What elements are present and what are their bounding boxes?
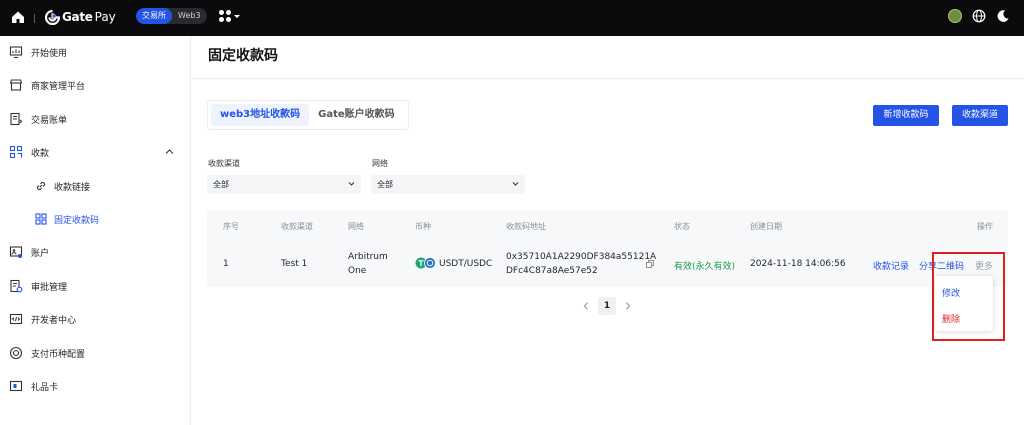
globe-icon[interactable] [972,9,986,23]
table-header: 序号 收款渠道 网络 币种 收款码地址 状态 创建日期 操作 [207,211,1008,240]
top-bar: Gate Pay 交易所 Web3 [0,0,1024,36]
sidebar-item-merchant[interactable]: 商家管理平台 [0,73,190,97]
chevron-up-icon[interactable] [165,148,174,155]
th-index: 序号 [223,222,239,231]
row-address-line2: DFc4C87a8Ae57e52 [506,266,598,276]
logo-gate-text: Gate [62,10,93,24]
sidebar-item-label: 交易账单 [31,116,68,126]
sidebar-item-label: 支付币种配置 [31,350,86,360]
sidebar-item-approval[interactable]: 审批管理 [0,274,190,298]
network-select[interactable]: 全部 [371,175,525,194]
sidebar-item-label: 账户 [31,249,50,259]
table-row: 1 Test 1 Arbitrum One USDT/USDC 0x35710A… [207,240,1008,287]
tab-web3-address[interactable]: web3地址收款码 [211,104,310,126]
sidebar-item-payment-link[interactable]: 收款链接 [0,174,190,198]
sidebar-item-developer[interactable]: 开发者中心 [0,307,190,331]
home-icon[interactable] [11,10,25,24]
topbar-divider [34,14,35,23]
copy-icon[interactable] [646,260,654,268]
network-filter-label: 网络 [372,159,388,168]
next-page-icon[interactable] [624,301,632,311]
channel-select[interactable]: 全部 [207,175,361,194]
bill-icon [10,112,23,126]
sidebar-item-bills[interactable]: 交易账单 [0,107,190,131]
th-coin: 币种 [415,222,431,231]
row-status: 有效(永久有效) [674,262,736,272]
row-network-line2: One [348,266,367,276]
gift-card-icon [9,380,23,392]
row-coin: USDT/USDC [439,259,493,269]
th-actions: 操作 [977,222,993,231]
gate-pay-logo[interactable]: Gate Pay [45,9,116,25]
sidebar-item-label: 礼品卡 [31,383,59,393]
sidebar-item-label: 商家管理平台 [31,82,86,92]
channel-button[interactable]: 收款渠道 [952,105,1008,126]
row-channel: Test 1 [281,259,308,269]
annotation-highlight-box [932,252,1005,341]
page-number-current[interactable]: 1 [598,297,616,315]
row-network-line1: Arbitrum [348,252,388,262]
network-select-value: 全部 [377,180,393,189]
th-channel: 收款渠道 [281,222,313,231]
header-divider [191,78,1024,79]
code-icon [9,313,23,325]
sidebar-item-collection[interactable]: 收款 [0,140,190,164]
gate-logo-icon [45,9,60,25]
sidebar: 开始使用 商家管理平台 交易账单 收款 收款链接 固定收款码 账户 审批管理 开… [0,36,191,425]
prev-page-icon[interactable] [582,301,590,311]
page-title: 固定收款码 [208,48,278,64]
th-created: 创建日期 [750,222,782,231]
sidebar-item-label: 收款 [31,149,50,159]
row-address-line1: 0x35710A1A2290DF384a55121A [506,252,657,262]
sidebar-item-fixed-qr[interactable]: 固定收款码 [0,207,190,231]
sidebar-item-label: 开发者中心 [31,316,77,326]
chevron-down-icon [348,182,355,186]
switch-web3[interactable]: Web3 [172,8,207,24]
th-address: 收款码地址 [506,222,546,231]
exchange-web3-switch[interactable]: 交易所 Web3 [136,8,207,24]
approval-icon [10,279,23,293]
sidebar-item-label: 审批管理 [31,283,68,293]
row-index: 1 [223,259,229,269]
sidebar-item-label: 收款链接 [54,183,91,193]
account-icon [9,246,23,258]
channel-filter-label: 收款渠道 [208,159,240,168]
sidebar-item-coin-config[interactable]: 支付币种配置 [0,341,190,365]
sidebar-item-account[interactable]: 账户 [0,240,190,264]
coin-config-icon [9,346,23,360]
logo-pay-text: Pay [94,10,116,24]
sidebar-item-gift-card[interactable]: 礼品卡 [0,374,190,398]
sidebar-item-label: 固定收款码 [54,216,100,226]
store-icon [9,79,23,91]
th-network: 网络 [348,222,364,231]
topbar-right [948,9,1010,23]
add-qr-button[interactable]: 新增收款码 [873,105,939,126]
channel-select-value: 全部 [213,180,229,189]
link-icon [36,181,46,191]
sidebar-item-label: 开始使用 [31,49,68,59]
th-status: 状态 [674,222,690,231]
chevron-down-icon [512,182,519,186]
switch-exchange[interactable]: 交易所 [136,8,172,24]
qr-type-tabs: web3地址收款码 Gate账户收款码 [207,100,409,130]
moon-icon[interactable] [996,9,1010,23]
tab-gate-account[interactable]: Gate账户收款码 [309,104,404,126]
sidebar-item-getting-started[interactable]: 开始使用 [0,40,190,64]
qr-code-icon [35,213,47,225]
qr-grid-icon [9,145,23,159]
usdt-usdc-coin-icon [415,257,436,269]
row-created: 2024-11-18 14:06:56 [750,259,846,269]
chart-board-icon [9,46,23,59]
apps-grid-icon[interactable] [218,9,242,23]
collection-records-link[interactable]: 收款记录 [873,259,909,272]
avatar[interactable] [948,9,962,23]
